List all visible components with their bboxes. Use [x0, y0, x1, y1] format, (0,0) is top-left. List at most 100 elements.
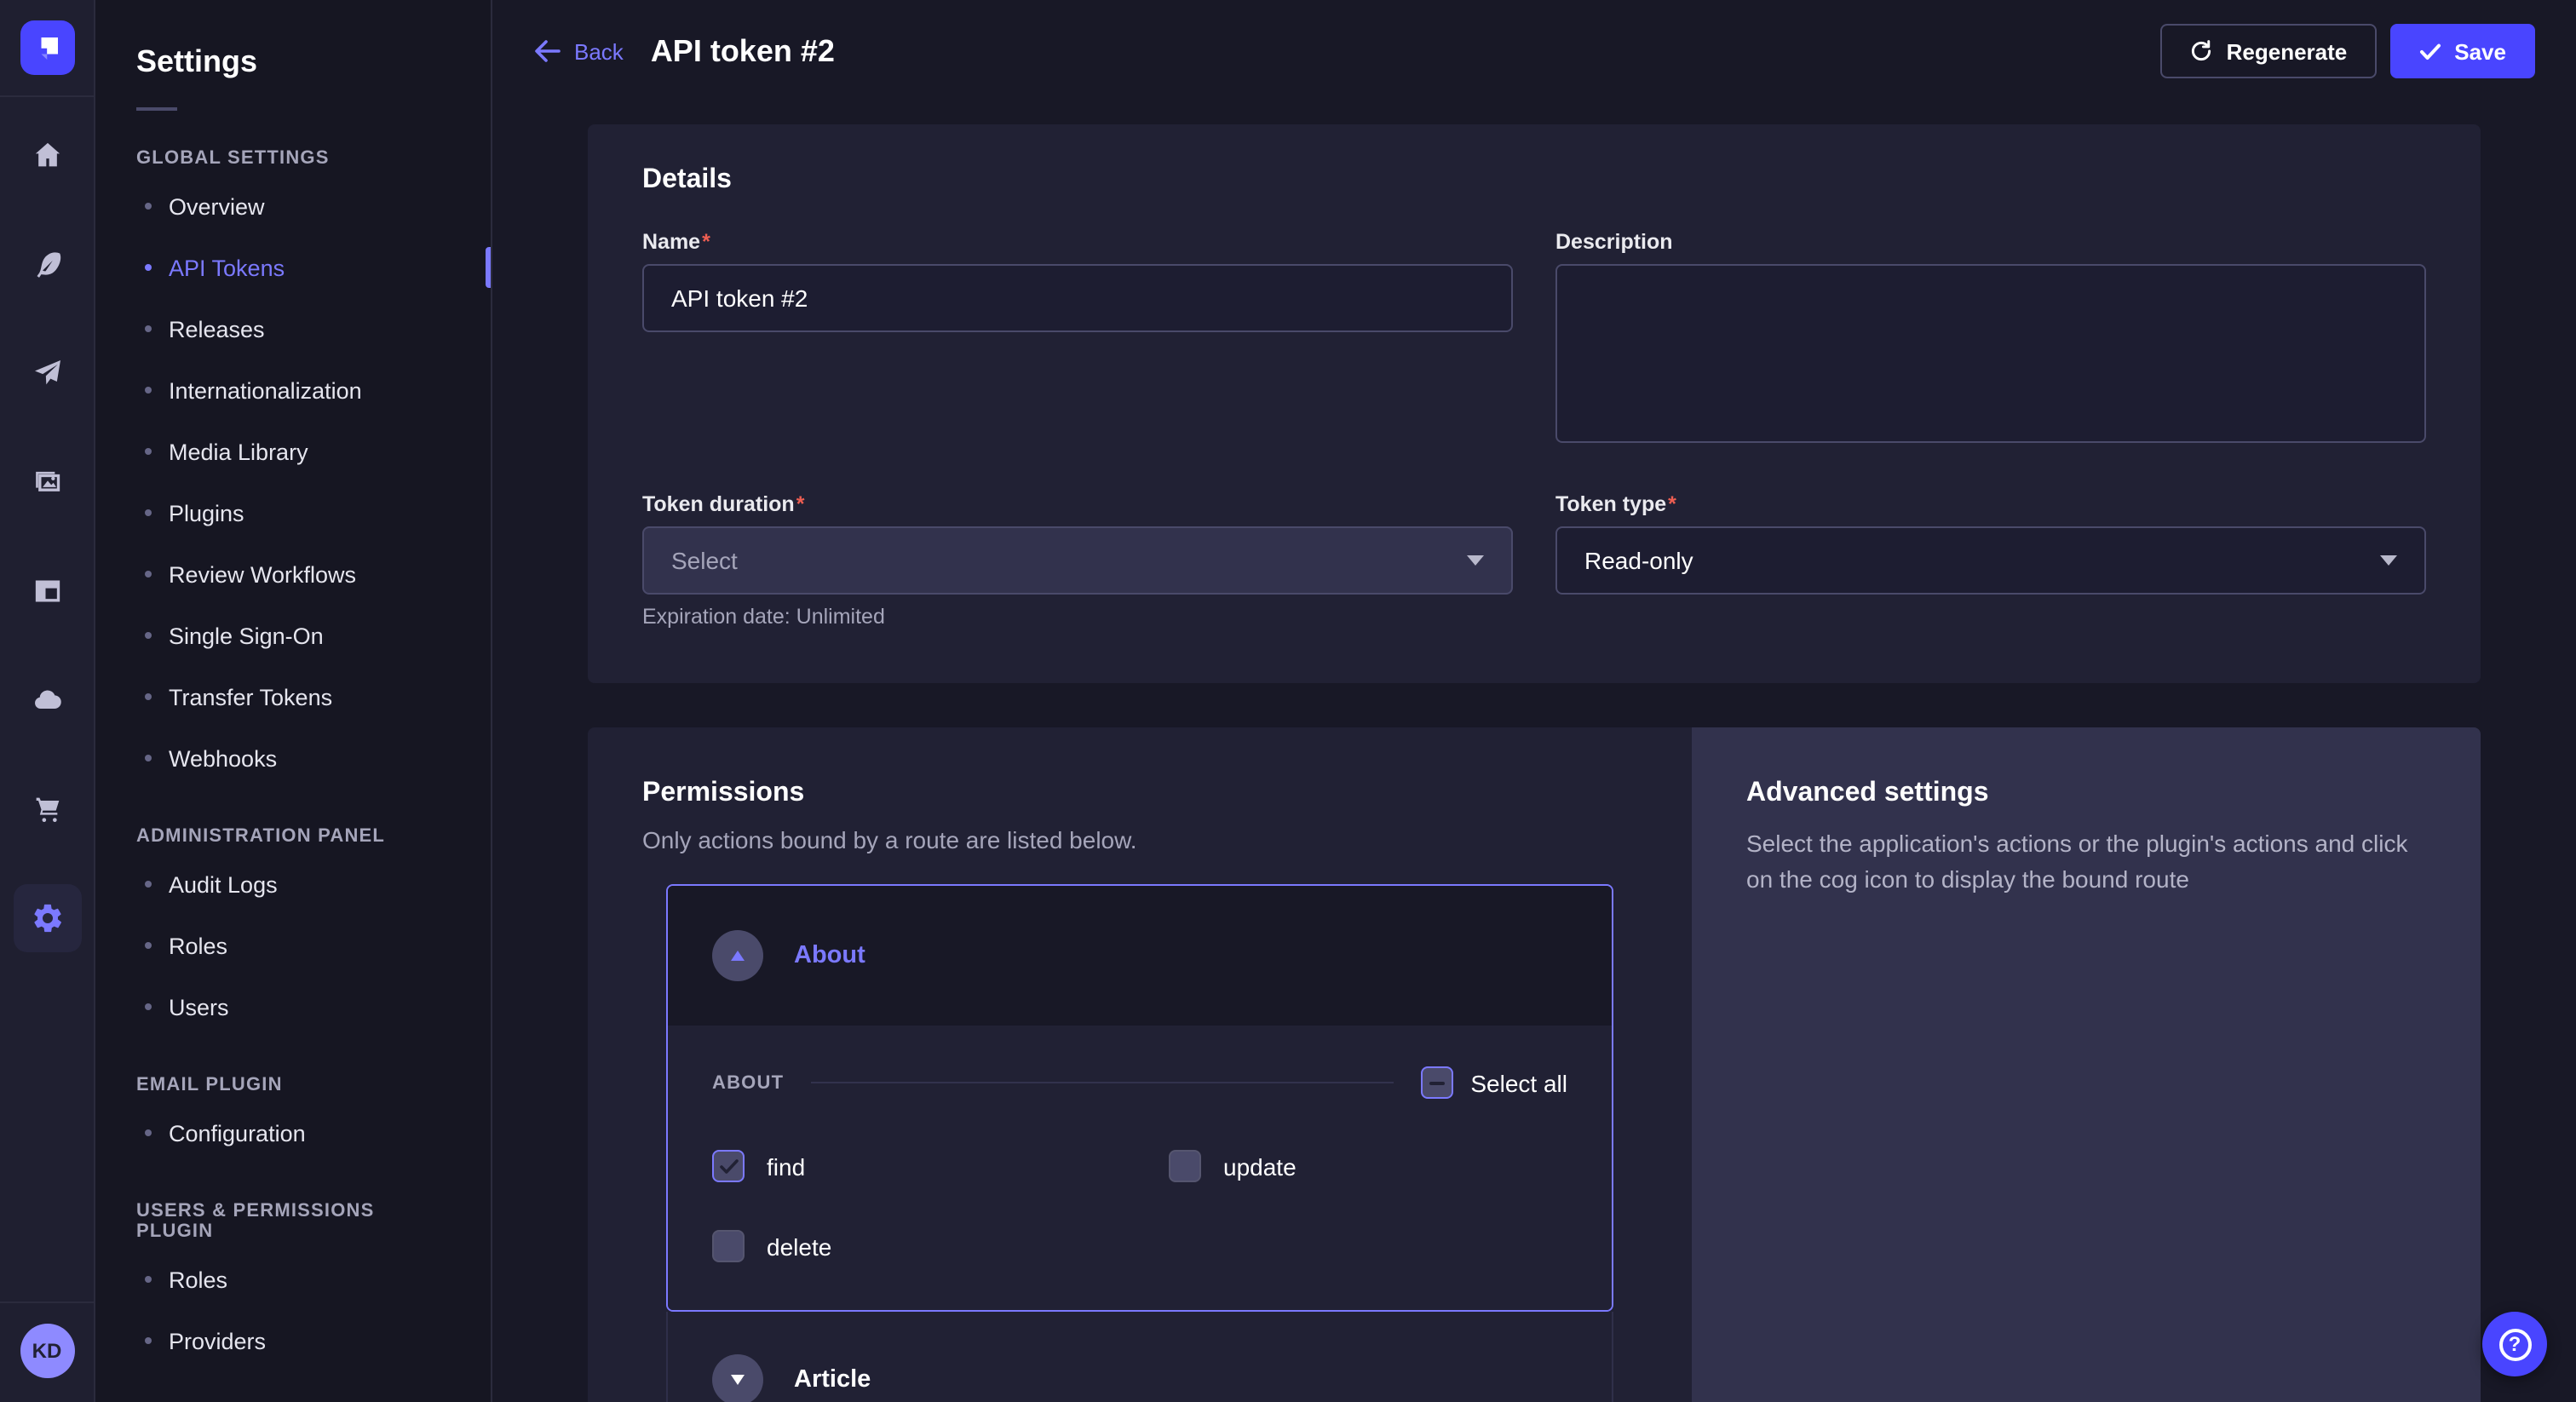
about-actions-grid: find update delete — [712, 1150, 1567, 1262]
accordion-article-header[interactable]: Article — [668, 1312, 1612, 1402]
rail-item-releases[interactable] — [13, 339, 81, 407]
permissions-subtitle: Only actions bound by a route are listed… — [642, 826, 1637, 853]
sidebar-item-admin-users[interactable]: Users — [95, 976, 491, 1037]
required-asterisk: * — [702, 230, 710, 254]
chevron-down-icon — [1467, 555, 1484, 566]
sidebar-item-internationalization[interactable]: Internationalization — [95, 359, 491, 421]
token-duration-select[interactable]: Select — [642, 526, 1513, 595]
rail-icon-list — [13, 121, 81, 1301]
token-type-select[interactable]: Read-only — [1555, 526, 2426, 595]
update-checkbox[interactable] — [1169, 1150, 1201, 1182]
rail-item-home[interactable] — [13, 121, 81, 189]
sidebar-item-webhooks[interactable]: Webhooks — [95, 727, 491, 789]
select-all-label: Select all — [1470, 1069, 1567, 1096]
check-icon — [2418, 42, 2441, 60]
cloud-icon — [30, 683, 64, 717]
rail-item-content-manager[interactable] — [13, 557, 81, 625]
advanced-settings-panel: Advanced settings Select the application… — [1692, 727, 2481, 1402]
action-label: delete — [767, 1232, 831, 1260]
strapi-admin-app: KD Settings GLOBAL SETTINGS Overview API… — [0, 0, 2576, 1402]
main-area: Back API token #2 Regenerate Save Detail… — [492, 0, 2576, 1402]
layout-icon — [30, 574, 64, 608]
details-form: Name* Description Token duration* Select — [642, 230, 2426, 629]
rail-item-settings[interactable] — [13, 884, 81, 952]
bullet-icon — [145, 571, 152, 577]
gear-icon — [30, 901, 64, 935]
action-update[interactable]: update — [1169, 1150, 1567, 1182]
save-button[interactable]: Save — [2389, 24, 2535, 78]
sidebar-group-email-plugin: EMAIL PLUGIN — [136, 1075, 450, 1095]
sidebar-item-media-library[interactable]: Media Library — [95, 421, 491, 482]
back-link[interactable]: Back — [533, 38, 624, 64]
description-textarea[interactable] — [1555, 264, 2426, 443]
sidebar-item-api-tokens[interactable]: API Tokens — [95, 237, 491, 298]
rail-item-content-builder[interactable] — [13, 230, 81, 298]
bullet-icon — [145, 632, 152, 639]
sidebar-item-transfer-tokens[interactable]: Transfer Tokens — [95, 666, 491, 727]
details-heading: Details — [642, 165, 2426, 196]
rail-bottom: KD — [0, 1301, 95, 1402]
expand-toggle[interactable] — [712, 1353, 763, 1402]
sidebar-item-email-configuration[interactable]: Configuration — [95, 1102, 491, 1164]
main-nav-rail: KD — [0, 0, 95, 1402]
sidebar-item-releases[interactable]: Releases — [95, 298, 491, 359]
sidebar-item-admin-roles[interactable]: Roles — [95, 915, 491, 976]
help-button[interactable]: ? — [2482, 1312, 2547, 1376]
permissions-accordions: About ABOUT Select all — [666, 884, 1613, 1402]
permissions-heading: Permissions — [642, 779, 1637, 809]
token-type-field-group: Token type* Read-only — [1555, 492, 2426, 595]
bullet-icon — [145, 1276, 152, 1283]
bullet-icon — [145, 942, 152, 949]
check-icon — [718, 1158, 739, 1175]
strapi-logo[interactable] — [20, 20, 74, 75]
description-field-group: Description — [1555, 230, 2426, 451]
rail-item-media-library[interactable] — [13, 448, 81, 516]
accordion-about-header[interactable]: About — [668, 886, 1612, 1026]
strapi-logo-icon — [32, 32, 62, 63]
sidebar-item-up-roles[interactable]: Roles — [95, 1249, 491, 1310]
active-indicator — [486, 247, 491, 288]
arrow-left-icon — [533, 39, 561, 63]
accordion-about-body: ABOUT Select all — [668, 1026, 1612, 1310]
bullet-icon — [145, 693, 152, 700]
paper-plane-icon — [30, 356, 64, 390]
chevron-down-icon — [2380, 555, 2397, 566]
accordion-article: Article — [666, 1312, 1613, 1402]
action-delete[interactable]: delete — [712, 1230, 1169, 1262]
action-find[interactable]: find — [712, 1150, 1169, 1182]
sidebar-item-audit-logs[interactable]: Audit Logs — [95, 853, 491, 915]
find-checkbox[interactable] — [712, 1150, 745, 1182]
sidebar-title: Settings — [136, 44, 450, 80]
select-all-checkbox[interactable] — [1421, 1066, 1453, 1099]
chevron-down-icon — [731, 1374, 745, 1384]
rail-divider — [0, 95, 95, 97]
sidebar-item-plugins[interactable]: Plugins — [95, 482, 491, 543]
name-label: Name* — [642, 230, 1513, 254]
sidebar-item-single-sign-on[interactable]: Single Sign-On — [95, 605, 491, 666]
rail-item-deploy[interactable] — [13, 666, 81, 734]
bullet-icon — [145, 509, 152, 516]
bullet-icon — [145, 264, 152, 271]
bullet-icon — [145, 1003, 152, 1010]
user-avatar[interactable]: KD — [20, 1324, 74, 1378]
page-content: Details Name* Description Token duration… — [492, 102, 2576, 1402]
home-icon — [30, 138, 64, 172]
refresh-icon — [2189, 39, 2213, 63]
required-asterisk: * — [1668, 492, 1676, 516]
sidebar-item-review-workflows[interactable]: Review Workflows — [95, 543, 491, 605]
select-all-control[interactable]: Select all — [1421, 1066, 1567, 1099]
sidebar-item-up-providers[interactable]: Providers — [95, 1310, 491, 1371]
delete-checkbox[interactable] — [712, 1230, 745, 1262]
token-type-label: Token type* — [1555, 492, 2426, 516]
collapse-toggle[interactable] — [712, 930, 763, 981]
regenerate-button[interactable]: Regenerate — [2160, 24, 2377, 78]
rail-item-marketplace[interactable] — [13, 775, 81, 843]
bullet-icon — [145, 755, 152, 761]
name-input[interactable] — [642, 264, 1513, 332]
sidebar-item-overview[interactable]: Overview — [95, 175, 491, 237]
media-library-icon — [30, 465, 64, 499]
token-duration-label: Token duration* — [642, 492, 1513, 516]
token-duration-field-group: Token duration* Select Expiration date: … — [642, 492, 1513, 629]
section-divider — [811, 1082, 1394, 1083]
bullet-icon — [145, 881, 152, 888]
